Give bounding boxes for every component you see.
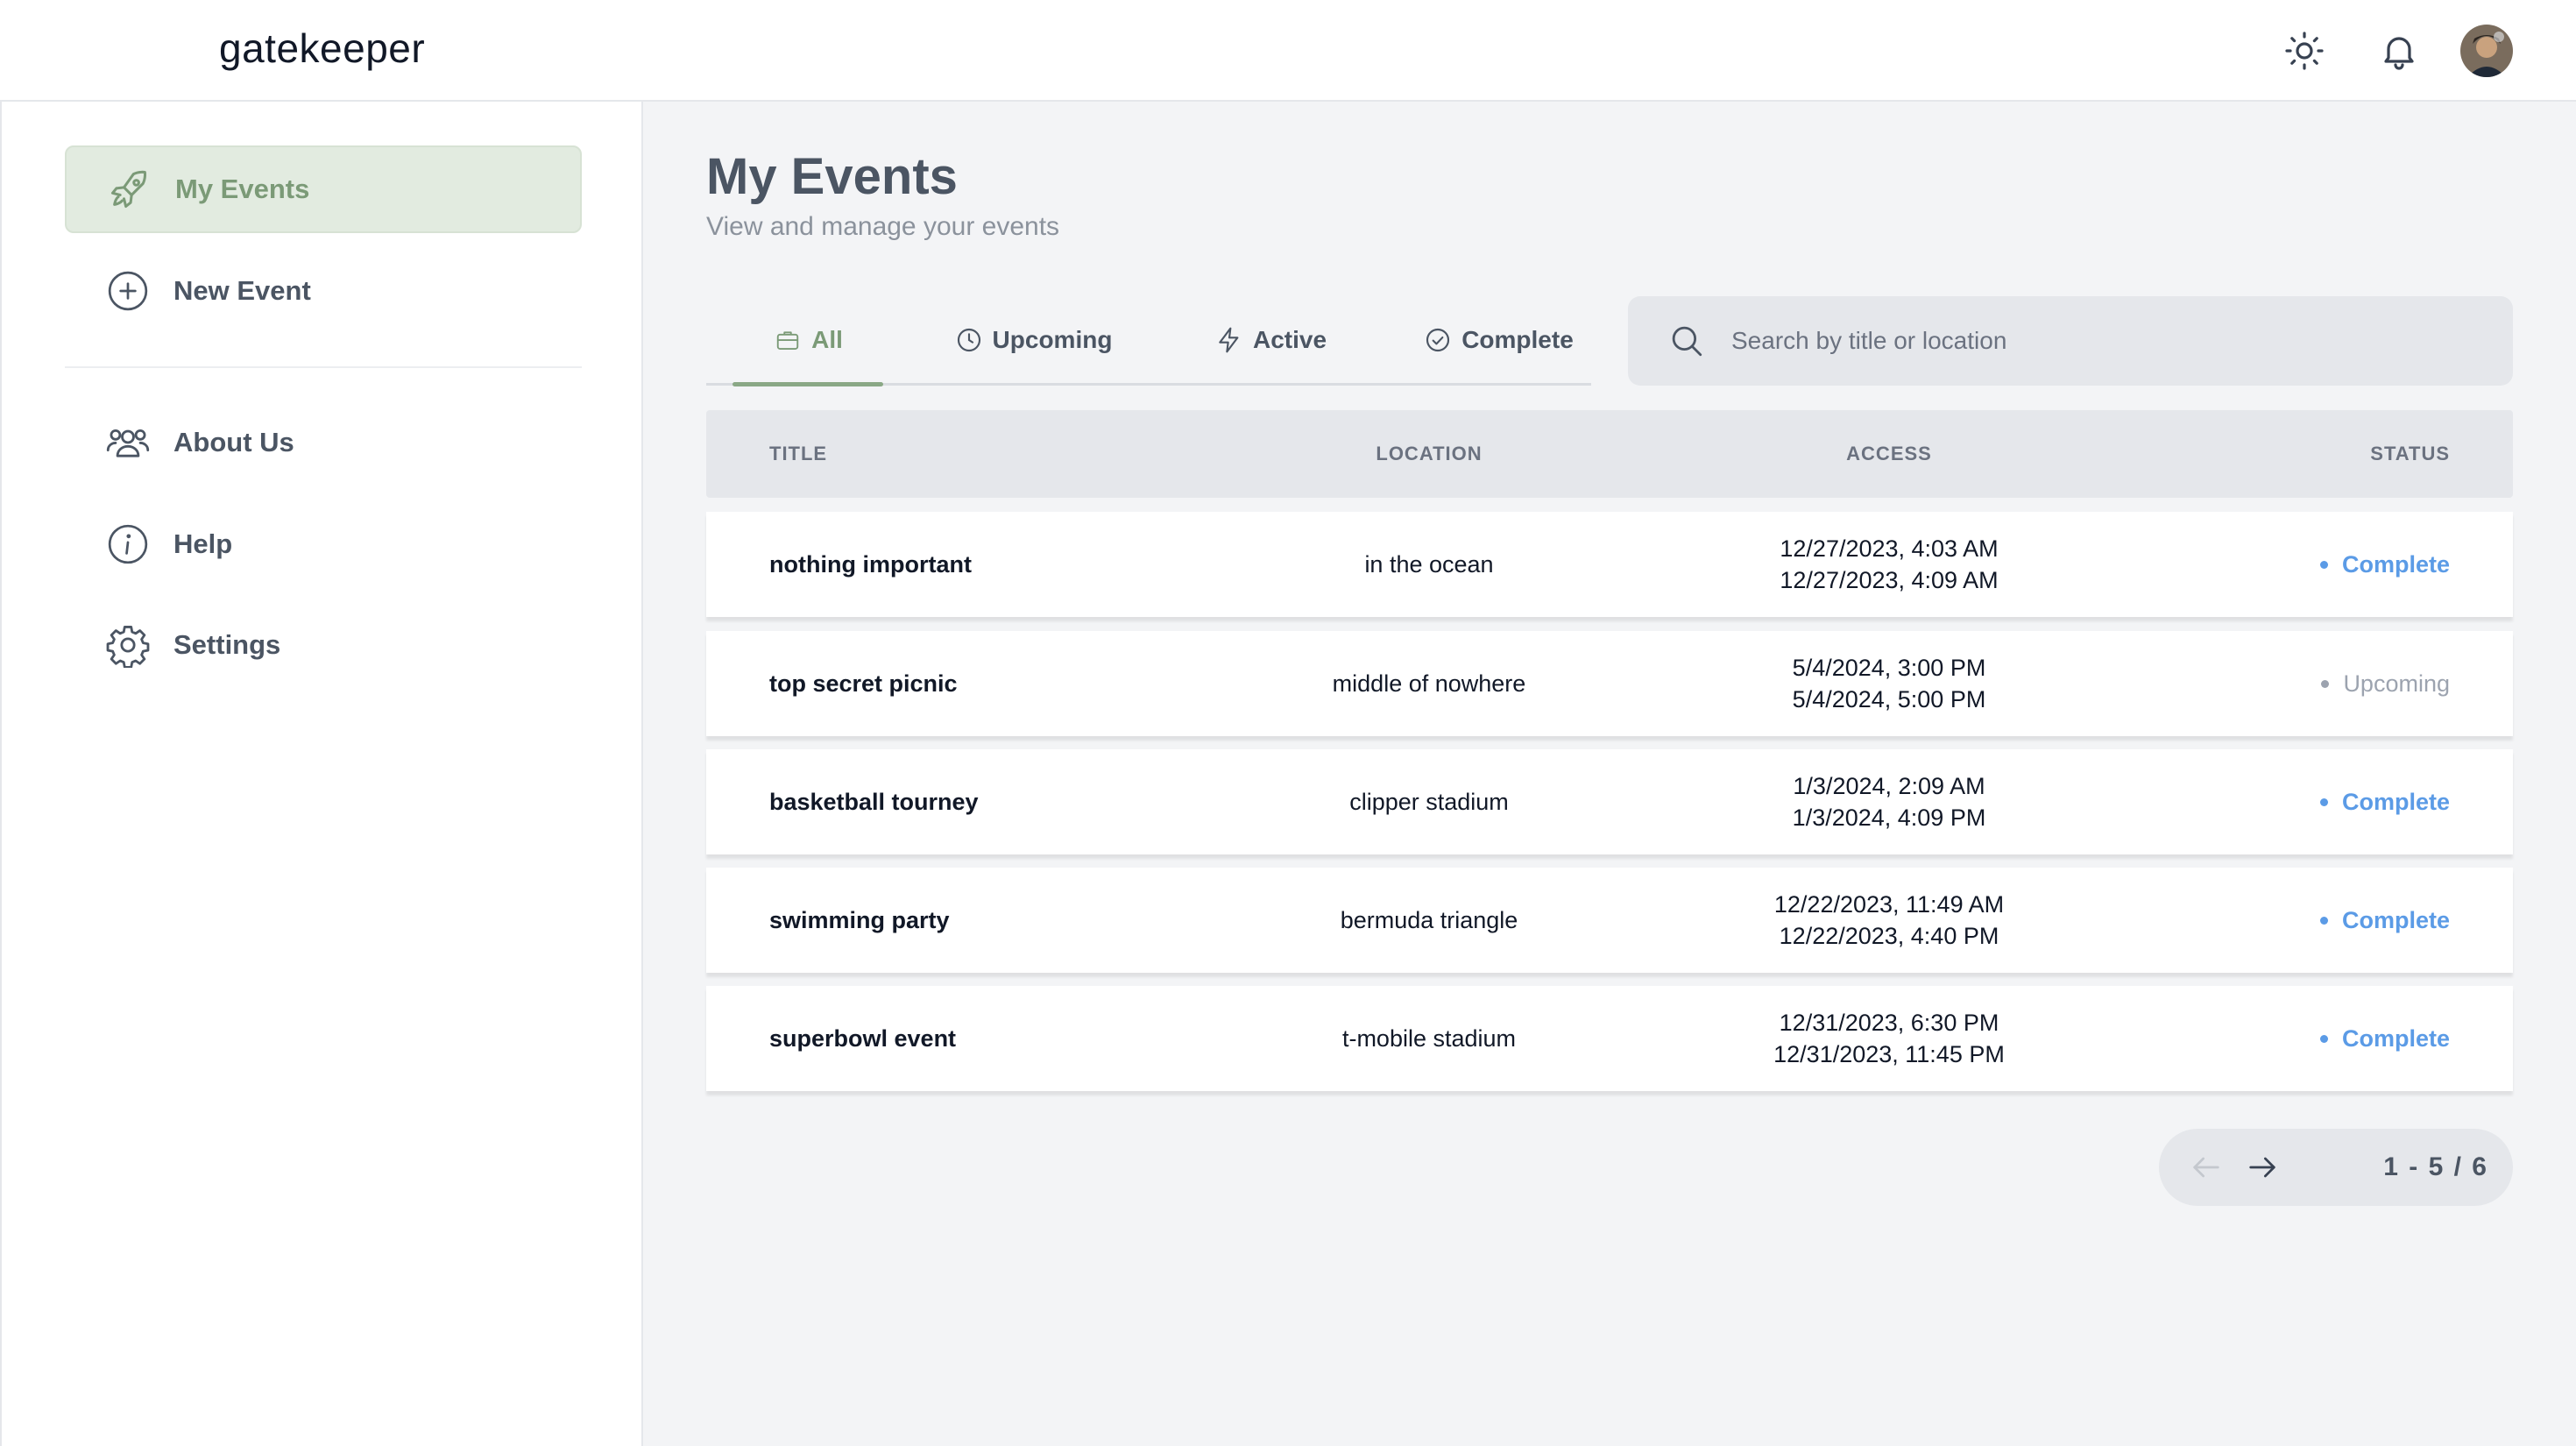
tab-complete[interactable]: Complete: [1407, 296, 1589, 384]
access-start: 12/22/2023, 11:49 AM: [1773, 891, 2005, 918]
tab-all[interactable]: All: [732, 296, 883, 386]
plus-circle-icon: [105, 268, 151, 314]
event-access: 5/4/2024, 3:00 PM 5/4/2024, 5:00 PM: [1626, 631, 2152, 736]
tab-active[interactable]: Active: [1185, 296, 1356, 384]
status-badge: Complete: [2319, 512, 2450, 617]
access-end: 5/4/2024, 5:00 PM: [1792, 686, 1986, 712]
pagination: 1 - 5 / 6: [2159, 1129, 2513, 1206]
top-bar: gatekeeper: [0, 0, 2576, 102]
status-dot: [2319, 916, 2328, 925]
sidebar-item-help[interactable]: Help: [65, 500, 582, 588]
event-access: 1/3/2024, 2:09 AM 1/3/2024, 4:09 PM: [1626, 749, 2152, 854]
event-access: 12/27/2023, 4:03 AM 12/27/2023, 4:09 AM: [1626, 512, 2152, 617]
next-page-button[interactable]: [2243, 1148, 2282, 1187]
sidebar-item-label: Settings: [173, 629, 281, 660]
event-title: superbowl event: [769, 1024, 957, 1052]
event-location: middle of nowhere: [1332, 670, 1526, 697]
avatar[interactable]: [2460, 25, 2513, 77]
status-label: Complete: [2341, 1024, 2450, 1052]
sidebar-item-new-event[interactable]: New Event: [65, 247, 582, 335]
access-start: 5/4/2024, 3:00 PM: [1792, 655, 1986, 681]
table-row[interactable]: swimming party bermuda triangle 12/22/20…: [706, 868, 2513, 973]
page-subtitle: View and manage your events: [706, 212, 1060, 241]
page-title: My Events: [706, 148, 958, 205]
clock-icon: [954, 325, 984, 355]
status-label: Complete: [2341, 906, 2450, 933]
status-label: Complete: [2341, 788, 2450, 815]
event-title: swimming party: [769, 906, 950, 933]
status-label: Upcoming: [2343, 670, 2450, 697]
sidebar-item-label: New Event: [173, 275, 311, 306]
tab-label: Upcoming: [992, 326, 1113, 353]
access-end: 12/31/2023, 11:45 PM: [1773, 1041, 2005, 1067]
sun-icon[interactable]: [2280, 26, 2329, 75]
sidebar-divider: [65, 366, 582, 368]
event-title: basketball tourney: [769, 788, 979, 815]
sidebar-item-my-events[interactable]: My Events: [65, 145, 582, 233]
status-label: Complete: [2341, 550, 2450, 578]
event-access: 12/31/2023, 6:30 PM 12/31/2023, 11:45 PM: [1626, 986, 2152, 1091]
status-dot: [2319, 1034, 2328, 1043]
sidebar-item-about-us[interactable]: About Us: [65, 399, 582, 486]
status-dot: [2319, 560, 2328, 569]
access-end: 12/27/2023, 4:09 AM: [1780, 567, 1999, 593]
table-row[interactable]: basketball tourney clipper stadium 1/3/2…: [706, 749, 2513, 854]
search-icon: [1668, 323, 1705, 359]
event-location: bermuda triangle: [1340, 906, 1518, 933]
bell-icon[interactable]: [2374, 26, 2424, 75]
column-header-title[interactable]: TITLE: [769, 410, 827, 498]
users-icon: [105, 420, 151, 465]
event-location: clipper stadium: [1349, 788, 1509, 815]
status-badge: Complete: [2319, 986, 2450, 1091]
access-start: 12/27/2023, 4:03 AM: [1780, 535, 1999, 562]
event-location: t-mobile stadium: [1341, 1024, 1517, 1052]
check-circle-icon: [1423, 325, 1453, 355]
tab-label: Complete: [1461, 326, 1574, 353]
status-badge: Upcoming: [2321, 631, 2450, 736]
access-end: 12/22/2023, 4:40 PM: [1779, 923, 1999, 949]
bolt-icon: [1214, 325, 1244, 355]
gear-icon: [105, 622, 151, 668]
tab-upcoming[interactable]: Upcoming: [936, 296, 1130, 384]
status-tabs: All Upcoming Active Complete: [706, 296, 1591, 386]
search-box: [1628, 296, 2513, 386]
tab-label: All: [811, 326, 843, 353]
column-header-status[interactable]: STATUS: [2370, 410, 2450, 498]
event-title: top secret picnic: [769, 670, 958, 697]
search-input[interactable]: [1731, 327, 2450, 355]
sidebar: My Events New Event About Us Help Settin…: [0, 102, 643, 1446]
status-badge: Complete: [2319, 749, 2450, 854]
pagination-summary: 1 - 5 / 6: [2383, 1129, 2487, 1206]
sidebar-item-label: Help: [173, 528, 233, 559]
table-row[interactable]: top secret picnic middle of nowhere 5/4/…: [706, 631, 2513, 736]
table-row[interactable]: nothing important in the ocean 12/27/202…: [706, 512, 2513, 617]
event-location: in the ocean: [1364, 550, 1494, 578]
pagination-range: 1 - 5: [2383, 1152, 2444, 1181]
status-dot: [2321, 679, 2330, 688]
column-header-location[interactable]: LOCATION: [1188, 410, 1670, 498]
info-icon: [105, 521, 151, 567]
access-start: 12/31/2023, 6:30 PM: [1779, 1010, 1999, 1036]
brand-logo[interactable]: gatekeeper: [219, 25, 425, 72]
sidebar-item-label: My Events: [175, 174, 310, 204]
previous-page-button[interactable]: [2187, 1148, 2226, 1187]
sidebar-item-settings[interactable]: Settings: [65, 601, 582, 689]
pagination-total: / 6: [2453, 1152, 2487, 1181]
event-title: nothing important: [769, 550, 972, 578]
status-badge: Complete: [2319, 868, 2450, 973]
sidebar-item-label: About Us: [173, 427, 294, 457]
access-end: 1/3/2024, 4:09 PM: [1792, 805, 1986, 831]
tab-label: Active: [1252, 326, 1327, 353]
column-header-access[interactable]: ACCESS: [1626, 410, 2152, 498]
event-access: 12/22/2023, 11:49 AM 12/22/2023, 4:40 PM: [1626, 868, 2152, 973]
access-start: 1/3/2024, 2:09 AM: [1793, 773, 1985, 799]
table-row[interactable]: superbowl event t-mobile stadium 12/31/2…: [706, 986, 2513, 1091]
briefcase-icon: [773, 325, 803, 355]
status-dot: [2319, 797, 2328, 806]
table-header: TITLE LOCATION ACCESS STATUS: [706, 410, 2513, 498]
rocket-icon: [107, 167, 152, 212]
